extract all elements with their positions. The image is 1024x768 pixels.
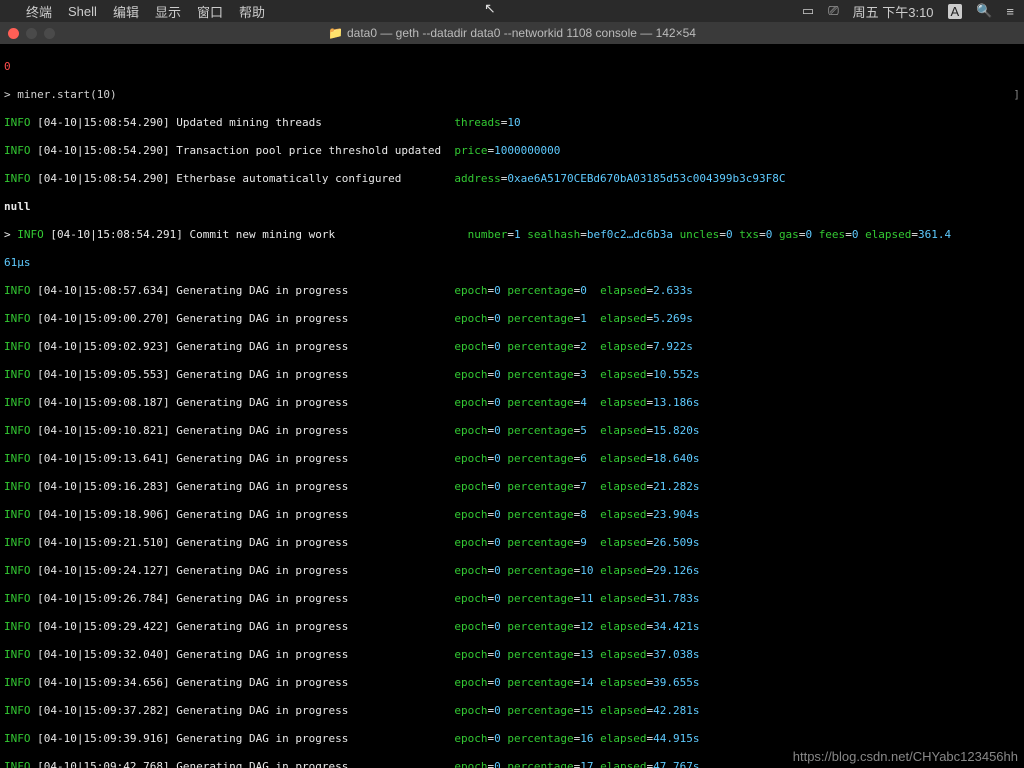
menu-edit[interactable]: 编辑 <box>113 2 139 21</box>
window-title: 📁data0 — geth --datadir data0 --networki… <box>0 26 1024 40</box>
log-dag-row: INFO [04-10|15:09:24.127] Generating DAG… <box>4 564 1020 578</box>
log-etherbase: INFO [04-10|15:08:54.290] Etherbase auto… <box>4 172 1020 186</box>
watermark: https://blog.csdn.net/CHYabc123456hh <box>793 750 1018 764</box>
menu-help[interactable]: 帮助 <box>239 2 265 21</box>
log-dag-row: INFO [04-10|15:09:16.283] Generating DAG… <box>4 480 1020 494</box>
log-dag-row: INFO [04-10|15:09:13.641] Generating DAG… <box>4 452 1020 466</box>
log-dag-row: INFO [04-10|15:09:39.916] Generating DAG… <box>4 732 1020 746</box>
spotlight-icon[interactable]: 🔍 <box>976 3 992 19</box>
menu-shell[interactable]: Shell <box>68 4 97 19</box>
line-zero: 0 <box>4 60 1020 74</box>
traffic-lights <box>8 28 55 39</box>
log-dag-row: INFO [04-10|15:08:57.634] Generating DAG… <box>4 284 1020 298</box>
minimize-button[interactable] <box>26 28 37 39</box>
screen-share-icon[interactable]: ▭ <box>802 3 814 19</box>
menubar-clock[interactable]: 周五 下午3:10 <box>853 2 934 21</box>
log-dag-row: INFO [04-10|15:09:05.553] Generating DAG… <box>4 368 1020 382</box>
log-dag-row: INFO [04-10|15:09:10.821] Generating DAG… <box>4 424 1020 438</box>
mouse-cursor-icon: ↖ <box>484 0 496 17</box>
log-dag-row: INFO [04-10|15:09:02.923] Generating DAG… <box>4 340 1020 354</box>
display-icon[interactable]: ⎚ <box>828 3 838 19</box>
log-dag-row: INFO [04-10|15:09:21.510] Generating DAG… <box>4 536 1020 550</box>
close-button[interactable] <box>8 28 19 39</box>
log-dag-row: INFO [04-10|15:09:26.784] Generating DAG… <box>4 592 1020 606</box>
prompt-line: > miner.start(10)] <box>4 88 1020 102</box>
menu-view[interactable]: 显示 <box>155 2 181 21</box>
log-commit: > INFO [04-10|15:08:54.291] Commit new m… <box>4 228 1020 242</box>
log-dag-row: INFO [04-10|15:09:00.270] Generating DAG… <box>4 312 1020 326</box>
log-dag-row: INFO [04-10|15:09:37.282] Generating DAG… <box>4 704 1020 718</box>
log-price: INFO [04-10|15:08:54.290] Transaction po… <box>4 144 1020 158</box>
macos-menubar: 终端 Shell 编辑 显示 窗口 帮助 ▭ ⎚ 周五 下午3:10 A 🔍 ≡… <box>0 0 1024 22</box>
log-dag-row: INFO [04-10|15:09:32.040] Generating DAG… <box>4 648 1020 662</box>
terminal-pane[interactable]: 0 > miner.start(10)] INFO [04-10|15:08:5… <box>0 44 1024 768</box>
log-threads: INFO [04-10|15:08:54.290] Updated mining… <box>4 116 1020 130</box>
zoom-button[interactable] <box>44 28 55 39</box>
commit-tail: 61µs <box>4 256 1020 270</box>
log-dag-row: INFO [04-10|15:09:08.187] Generating DAG… <box>4 396 1020 410</box>
menu-window[interactable]: 窗口 <box>197 2 223 21</box>
menu-list-icon[interactable]: ≡ <box>1006 4 1014 19</box>
null-line: null <box>4 200 1020 214</box>
log-dag-row: INFO [04-10|15:09:18.906] Generating DAG… <box>4 508 1020 522</box>
log-dag-row: INFO [04-10|15:09:34.656] Generating DAG… <box>4 676 1020 690</box>
window-titlebar: 📁data0 — geth --datadir data0 --networki… <box>0 22 1024 44</box>
log-dag-row: INFO [04-10|15:09:29.422] Generating DAG… <box>4 620 1020 634</box>
menu-terminal[interactable]: 终端 <box>26 2 52 21</box>
folder-icon: 📁 <box>328 26 343 40</box>
input-source-badge[interactable]: A <box>948 4 963 19</box>
